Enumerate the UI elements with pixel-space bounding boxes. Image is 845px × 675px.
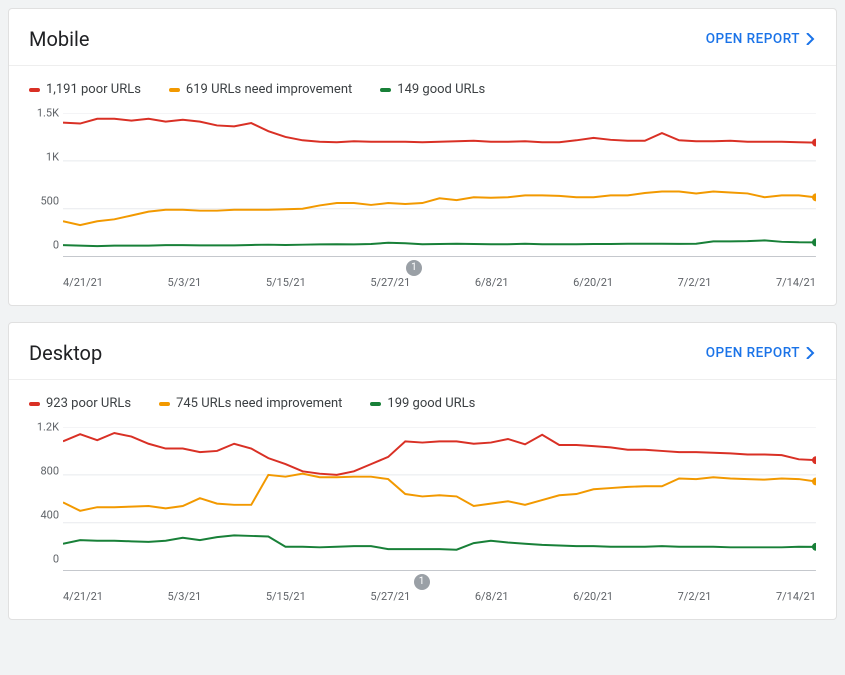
y-tick: 1.5K	[29, 107, 59, 120]
x-tick: 6/20/21	[573, 276, 613, 289]
x-tick: 5/15/21	[266, 590, 306, 603]
y-tick: 1K	[29, 151, 59, 164]
y-axis-labels: 1.5K 1K 500 0	[29, 113, 59, 258]
legend-chip-need	[159, 402, 170, 406]
panel-header: Mobile OPEN REPORT	[9, 9, 836, 65]
x-tick: 7/2/21	[678, 276, 712, 289]
legend-chip-poor	[29, 88, 40, 92]
y-tick: 1.2K	[29, 421, 59, 434]
legend-label: 149 good URLs	[397, 82, 485, 97]
x-tick: 5/3/21	[168, 276, 202, 289]
x-tick: 5/15/21	[266, 276, 306, 289]
x-tick: 5/3/21	[168, 590, 202, 603]
x-tick: 7/2/21	[678, 590, 712, 603]
chart-svg	[63, 113, 816, 257]
y-tick: 800	[29, 465, 59, 478]
panel-title: Mobile	[29, 27, 89, 51]
legend-item-good: 149 good URLs	[380, 82, 485, 97]
legend-item-need: 619 URLs need improvement	[169, 82, 352, 97]
mobile-panel: Mobile OPEN REPORT 1,191 poor URLs 619 U…	[8, 8, 837, 306]
legend-item-good: 199 good URLs	[370, 396, 475, 411]
x-axis-labels: 4/21/21 5/3/21 5/15/21 5/27/21 6/8/21 6/…	[29, 258, 816, 295]
open-report-label: OPEN REPORT	[706, 345, 800, 361]
legend-chip-good	[380, 88, 391, 92]
legend-label: 1,191 poor URLs	[46, 82, 141, 97]
desktop-panel: Desktop OPEN REPORT 923 poor URLs 745 UR…	[8, 322, 837, 620]
x-tick: 4/21/21	[63, 590, 103, 603]
chevron-right-icon	[806, 33, 816, 45]
legend: 923 poor URLs 745 URLs need improvement …	[9, 380, 836, 411]
x-tick: 7/14/21	[776, 590, 816, 603]
chart-area: 1.5K 1K 500 0 1 4/21/21 5/3/21 5/15/21 5…	[9, 97, 836, 305]
chevron-right-icon	[806, 347, 816, 359]
x-tick: 6/8/21	[475, 276, 509, 289]
legend-label: 745 URLs need improvement	[176, 396, 342, 411]
x-tick: 4/21/21	[63, 276, 103, 289]
legend-label: 619 URLs need improvement	[186, 82, 352, 97]
y-tick: 400	[29, 509, 59, 522]
x-tick: 7/14/21	[776, 276, 816, 289]
chart-area: 1.2K 800 400 0 1 4/21/21 5/3/21 5/15/21 …	[9, 411, 836, 619]
legend-item-need: 745 URLs need improvement	[159, 396, 342, 411]
legend: 1,191 poor URLs 619 URLs need improvemen…	[9, 66, 836, 97]
panel-header: Desktop OPEN REPORT	[9, 323, 836, 379]
event-marker[interactable]: 1	[406, 260, 422, 276]
x-tick: 5/27/21	[370, 276, 410, 289]
legend-label: 923 poor URLs	[46, 396, 131, 411]
event-marker[interactable]: 1	[414, 574, 430, 590]
chart-svg	[63, 427, 816, 571]
y-axis-labels: 1.2K 800 400 0	[29, 427, 59, 572]
legend-item-poor: 1,191 poor URLs	[29, 82, 141, 97]
legend-label: 199 good URLs	[387, 396, 475, 411]
x-tick: 6/20/21	[573, 590, 613, 603]
open-report-link[interactable]: OPEN REPORT	[706, 31, 816, 47]
y-tick: 0	[29, 553, 59, 566]
x-tick: 5/27/21	[370, 590, 410, 603]
y-tick: 500	[29, 195, 59, 208]
y-tick: 0	[29, 239, 59, 252]
legend-item-poor: 923 poor URLs	[29, 396, 131, 411]
panel-title: Desktop	[29, 341, 102, 365]
legend-chip-poor	[29, 402, 40, 406]
open-report-label: OPEN REPORT	[706, 31, 800, 47]
open-report-link[interactable]: OPEN REPORT	[706, 345, 816, 361]
legend-chip-need	[169, 88, 180, 92]
legend-chip-good	[370, 402, 381, 406]
x-tick: 6/8/21	[475, 590, 509, 603]
